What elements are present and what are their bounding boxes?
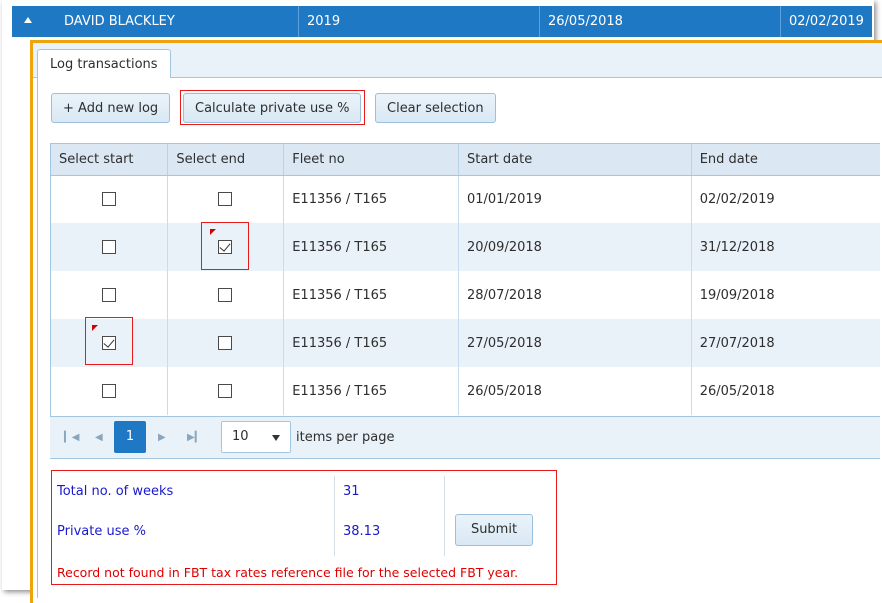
select-end-checkbox[interactable] — [218, 336, 233, 350]
add-new-log-button[interactable]: + Add new log — [51, 93, 171, 123]
fleet-no-cell: E11356 / T165 — [283, 271, 459, 319]
table-row: E11356 / T165 26/05/2018 26/05/2018 — [51, 367, 880, 415]
end-date-cell: 19/09/2018 — [690, 271, 880, 319]
total-weeks-value: 31 — [343, 484, 360, 499]
start-date-cell: 26/05/2018 — [457, 367, 692, 415]
tab-log-transactions[interactable]: Log transactions — [37, 49, 171, 79]
highlight-box — [180, 90, 365, 125]
total-weeks-label: Total no. of weeks — [57, 484, 174, 499]
start-date-cell: 27/05/2018 — [457, 319, 692, 367]
fleet-no-cell: E11356 / T165 — [283, 175, 459, 223]
first-page-icon[interactable]: ▎◀ — [64, 432, 79, 443]
select-start-checkbox[interactable] — [101, 288, 116, 302]
chevron-down-icon — [272, 435, 280, 441]
select-start-cell — [51, 175, 168, 223]
highlight-box — [201, 222, 249, 270]
end-date-cell: 26/05/2018 — [690, 367, 880, 415]
master-row[interactable]: DAVID BLACKLEY 2019 26/05/2018 02/02/201… — [12, 6, 872, 37]
last-page-icon[interactable]: ▶▎ — [187, 432, 202, 443]
col-start-date[interactable]: Start date — [457, 144, 692, 176]
select-start-checkbox[interactable] — [101, 384, 116, 398]
select-start-cell — [51, 223, 168, 271]
fleet-no-cell: E11356 / T165 — [283, 223, 459, 271]
start-date-cell: 20/09/2018 — [457, 223, 692, 271]
table-row: E11356 / T165 01/01/2019 02/02/2019 — [51, 175, 880, 223]
clear-selection-button[interactable]: Clear selection — [375, 93, 496, 123]
end-date-cell: 27/07/2018 — [690, 319, 880, 367]
divider — [334, 476, 335, 556]
select-end-cell — [167, 175, 284, 223]
prev-page-icon[interactable]: ◀ — [95, 432, 103, 443]
col-end-date[interactable]: End date — [690, 144, 880, 176]
grid-pager: ▎◀ ◀ 1 ▶ ▶▎ 10 items per page — [50, 416, 880, 458]
select-start-checkbox[interactable] — [101, 240, 116, 254]
end-date-cell: 31/12/2018 — [690, 223, 880, 271]
log-table: Select start Select end Fleet no Start d… — [51, 144, 880, 415]
select-end-cell — [167, 319, 284, 367]
table-row: E11356 / T165 20/09/2018 31/12/2018 — [51, 223, 880, 271]
fleet-no-cell: E11356 / T165 — [283, 319, 459, 367]
highlight-box — [85, 317, 133, 365]
submit-button[interactable]: Submit — [455, 514, 533, 546]
select-start-cell — [51, 271, 168, 319]
tabstrip: Log transactions — [33, 43, 882, 79]
select-start-cell — [51, 367, 168, 415]
select-end-checkbox[interactable] — [218, 288, 233, 302]
private-use-label: Private use % — [57, 524, 146, 539]
log-grid: Select start Select end Fleet no Start d… — [50, 143, 880, 459]
fleet-no-cell: E11356 / T165 — [283, 367, 459, 415]
col-select-start[interactable]: Select start — [51, 144, 168, 176]
table-row: E11356 / T165 27/05/2018 27/07/2018 — [51, 319, 880, 367]
select-start-checkbox[interactable] — [101, 192, 116, 207]
start-date-cell: 28/07/2018 — [457, 271, 692, 319]
col-fleet-no[interactable]: Fleet no — [283, 144, 459, 176]
page-1-button[interactable]: 1 — [114, 421, 146, 453]
private-use-value: 38.13 — [343, 524, 381, 539]
period-end: 02/02/2019 — [780, 6, 882, 37]
page-size-value: 10 — [232, 429, 249, 444]
error-message: Record not found in FBT tax rates refere… — [57, 565, 519, 580]
collapse-arrow-icon[interactable] — [24, 17, 32, 23]
select-end-cell — [167, 367, 284, 415]
divider — [444, 476, 445, 556]
select-end-checkbox[interactable] — [218, 384, 233, 398]
select-end-cell — [167, 271, 284, 319]
table-row: E11356 / T165 28/07/2018 19/09/2018 — [51, 271, 880, 319]
items-per-page-label: items per page — [296, 430, 395, 445]
page-size-select[interactable]: 10 — [221, 421, 291, 453]
driver-name: DAVID BLACKLEY — [64, 14, 175, 29]
start-date-cell: 01/01/2019 — [457, 175, 692, 223]
summary-panel: Total no. of weeks 31 Private use % 38.1… — [51, 470, 557, 585]
select-end-checkbox[interactable] — [218, 192, 233, 207]
grid-header-row: Select start Select end Fleet no Start d… — [51, 144, 880, 176]
end-date-cell: 02/02/2019 — [690, 175, 880, 223]
col-select-end[interactable]: Select end — [167, 144, 284, 176]
next-page-icon[interactable]: ▶ — [158, 432, 166, 443]
fbt-year: 2019 — [298, 6, 539, 37]
period-start: 26/05/2018 — [539, 6, 780, 37]
